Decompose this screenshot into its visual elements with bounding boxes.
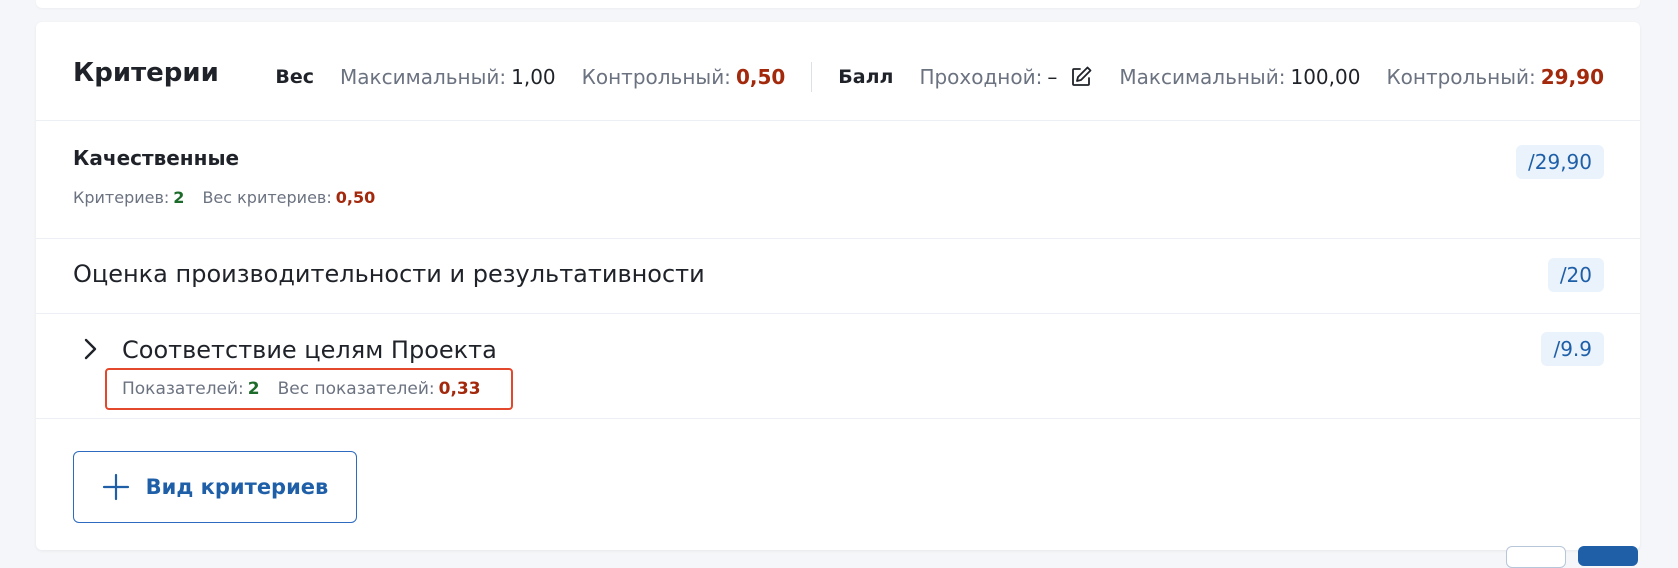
top-card-edge — [36, 0, 1640, 8]
indicator-title: Соответствие целям Проекта — [122, 336, 497, 364]
score-pass-value: – — [1047, 65, 1058, 89]
page-title: Критерии — [73, 58, 219, 88]
indicator-weight-label: Вес показателей: — [277, 379, 435, 399]
weight-group-label: Вес — [275, 66, 315, 88]
plus-icon — [102, 473, 130, 501]
indicator-score-badge: /9.9 — [1541, 332, 1604, 366]
weight-max-value: 1,00 — [511, 65, 556, 89]
group-score-badge: /29,90 — [1516, 145, 1604, 179]
weight-control-label: Контрольный: — [581, 65, 731, 89]
indicator-count-label: Показателей: — [122, 379, 244, 399]
group-title: Качественные — [73, 146, 240, 170]
group-count-label: Критериев: — [73, 188, 170, 207]
add-criteria-type-label: Вид критериев — [145, 475, 329, 499]
criteria-stats: Вес Максимальный: 1,00 Контрольный: 0,50… — [275, 62, 1604, 92]
criterion-row[interactable]: Оценка производительности и результативн… — [36, 238, 1640, 314]
stats-divider — [811, 62, 813, 92]
score-control-value: 29,90 — [1540, 65, 1604, 89]
criterion-score-badge: /20 — [1547, 258, 1604, 292]
primary-button-edge[interactable] — [1578, 546, 1638, 566]
indicator-row[interactable]: Соответствие целям Проекта /9.9 Показате… — [36, 314, 1640, 419]
group-count-value: 2 — [173, 188, 185, 207]
indicator-count-value: 2 — [247, 379, 260, 399]
score-max-label: Максимальный: — [1119, 65, 1286, 89]
criteria-header: Критерии Вес Максимальный: 1,00 Контроль… — [36, 22, 1640, 121]
indicator-meta-highlight: Показателей: 2 Вес показателей: 0,33 — [105, 368, 513, 410]
indicator-weight-value: 0,33 — [438, 379, 481, 399]
group-weight-value: 0,50 — [335, 188, 376, 207]
weight-max-label: Максимальный: — [340, 65, 507, 89]
score-max-value: 100,00 — [1290, 65, 1361, 89]
score-pass-label: Проходной: — [919, 65, 1043, 89]
criteria-group-row[interactable]: Качественные Критериев: 2 Вес критериев: 0,… — [36, 121, 1640, 239]
group-weight-label: Вес критериев: — [202, 188, 332, 207]
edit-icon[interactable] — [1069, 65, 1093, 89]
weight-control-value: 0,50 — [735, 65, 786, 89]
secondary-button-edge[interactable] — [1506, 546, 1566, 568]
criterion-title: Оценка производительности и результативн… — [73, 260, 705, 288]
chevron-right-icon[interactable] — [80, 336, 102, 362]
score-group-label: Балл — [838, 66, 894, 88]
score-control-label: Контрольный: — [1386, 65, 1536, 89]
group-meta: Критериев: 2 Вес критериев: 0,50 — [73, 188, 375, 207]
criteria-card: Критерии Вес Максимальный: 1,00 Контроль… — [36, 22, 1640, 550]
add-criteria-type-button[interactable]: Вид критериев — [73, 451, 357, 523]
